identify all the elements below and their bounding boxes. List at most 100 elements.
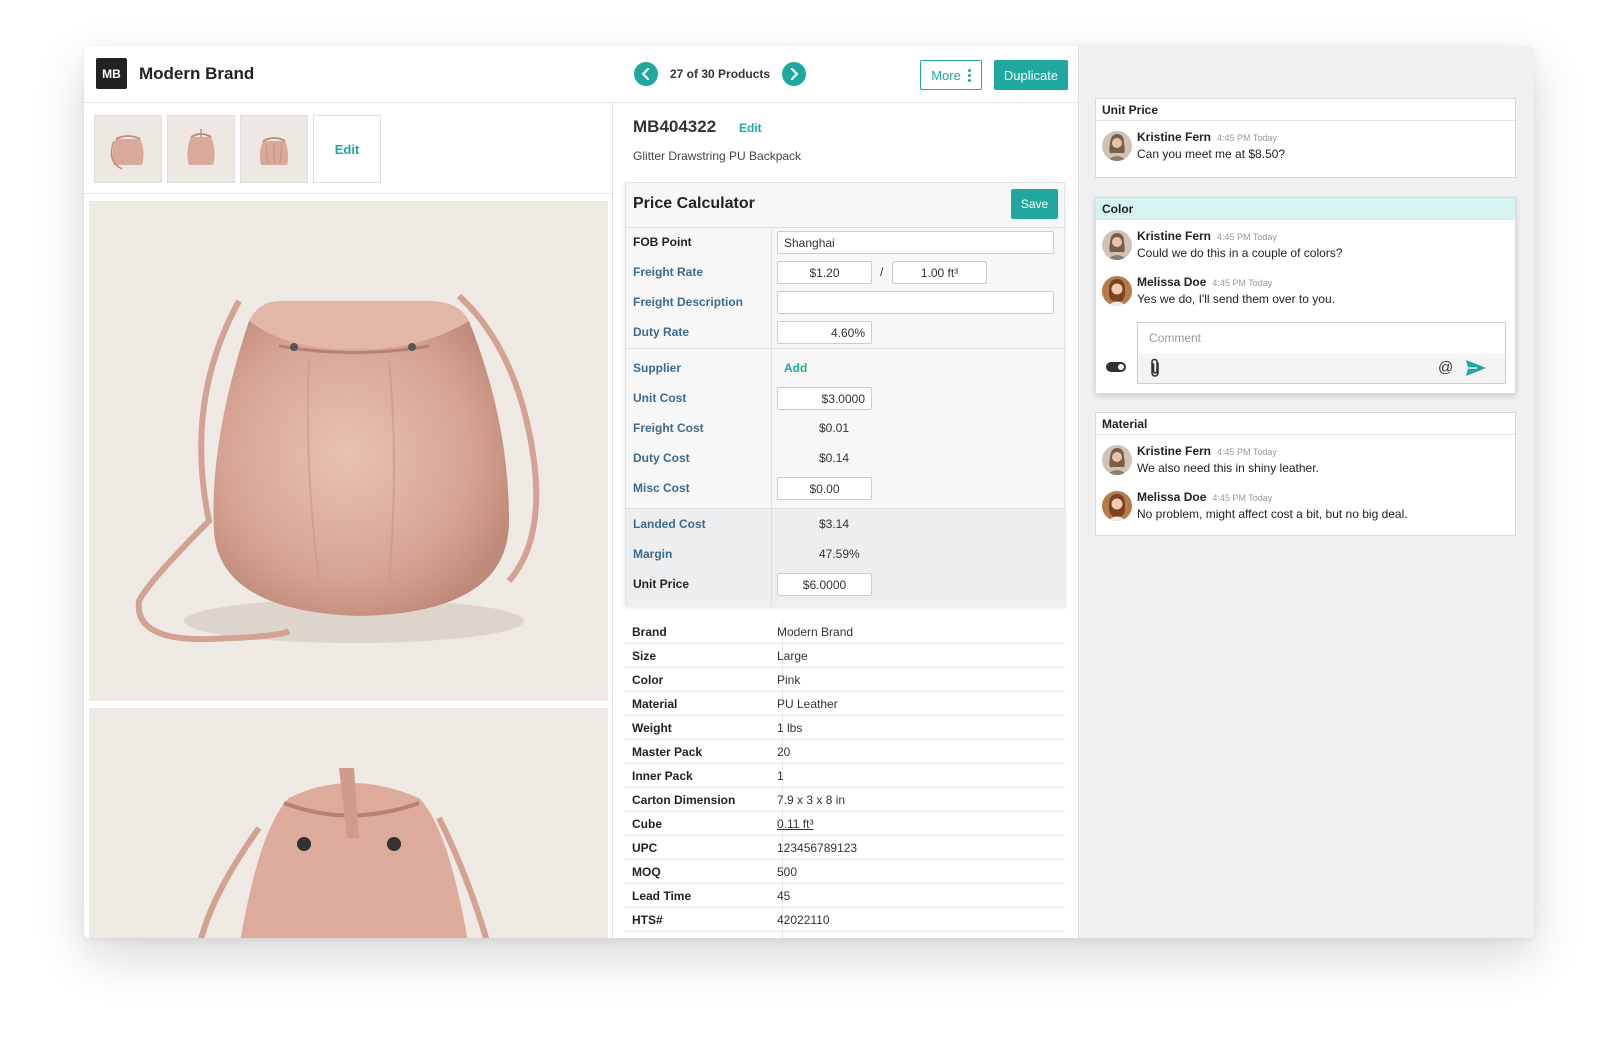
divider xyxy=(626,348,1066,349)
paperclip-icon[interactable] xyxy=(1148,358,1162,378)
pager-text: 27 of 30 Products xyxy=(670,67,771,81)
product-name: Glitter Drawstring PU Backpack xyxy=(633,149,802,163)
comment-composer: Comment @ xyxy=(1096,320,1515,392)
freight-rate-field[interactable]: $1.20 xyxy=(777,261,872,284)
unit-cost-field[interactable]: $3.0000 xyxy=(777,387,872,410)
secondary-product-photo[interactable] xyxy=(89,708,608,938)
comment-input[interactable]: Comment @ xyxy=(1137,322,1506,384)
spec-label: Cube xyxy=(632,817,662,831)
bag-photo-image xyxy=(135,293,540,643)
toggle-icon[interactable] xyxy=(1106,362,1126,372)
spec-row: Brand Modern Brand xyxy=(625,620,1065,644)
next-product-button[interactable] xyxy=(782,62,807,86)
thumbnail-1[interactable] xyxy=(94,115,162,183)
spec-value: 42022110 xyxy=(777,913,830,927)
unit-price-row: Unit Price $6.0000 xyxy=(626,569,1066,599)
spec-row: Lead Time 45 xyxy=(625,884,1065,908)
freight-volume-field[interactable]: 1.00 ft³ xyxy=(892,261,987,284)
freight-description-row: Freight Description xyxy=(626,287,1066,317)
spec-label: Color xyxy=(632,673,664,687)
spec-value: 20 xyxy=(777,745,791,759)
fob-point-label: FOB Point xyxy=(633,235,692,249)
add-supplier-link[interactable]: Add xyxy=(784,361,807,375)
brand-name: Modern Brand xyxy=(139,64,255,83)
spec-value: Modern Brand xyxy=(777,625,854,639)
cube-link[interactable]: 0.11 ft³ xyxy=(777,817,813,831)
landed-cost-row: Landed Cost $3.14 xyxy=(626,509,1066,539)
thread-title: Unit Price xyxy=(1096,99,1515,121)
comment-time: 4:45 PM Today xyxy=(1212,493,1273,503)
spec-row: MOQ 500 xyxy=(625,860,1065,884)
thread-unit-price[interactable]: Unit Price Kristine Fern 4:45 PM Today Ca… xyxy=(1095,98,1516,178)
spec-row: Size Large xyxy=(625,644,1065,668)
save-button[interactable]: Save xyxy=(1011,189,1058,219)
edit-sku-link[interactable]: Edit xyxy=(739,121,762,135)
price-calculator: Price Calculator Save FOB Point Shanghai… xyxy=(625,182,1066,607)
spec-row: Inner Pack 1 xyxy=(625,764,1065,788)
brand-logo: MB xyxy=(96,58,127,89)
send-icon[interactable] xyxy=(1465,359,1487,377)
landed-cost-label: Landed Cost xyxy=(633,517,706,531)
freight-rate-label: Freight Rate xyxy=(633,265,704,279)
unit-price-field[interactable]: $6.0000 xyxy=(777,573,872,596)
duty-cost-value: $0.14 xyxy=(819,451,850,465)
product-details: MB404322 Edit Glitter Drawstring PU Back… xyxy=(613,103,1078,938)
thumbnail-3[interactable] xyxy=(240,115,308,183)
spec-label: MOQ xyxy=(632,865,661,879)
spec-label: Material xyxy=(632,697,678,711)
spec-label: Brand xyxy=(632,625,667,639)
thumbnail-2[interactable] xyxy=(167,115,235,183)
misc-cost-field[interactable]: $0.00 xyxy=(777,477,872,500)
misc-cost-row: Misc Cost $0.00 xyxy=(626,473,1066,503)
thread-material[interactable]: Material Kristine Fern 4:45 PM Today We a… xyxy=(1095,412,1516,536)
spec-row: Cube 0.11 ft³ xyxy=(625,812,1065,836)
product-sku: MB404322 xyxy=(633,117,717,136)
comment-author: Melissa Doe xyxy=(1137,490,1207,504)
comments-pane: Unit Price Kristine Fern 4:45 PM Today Ca… xyxy=(1078,46,1534,938)
comment-text: Could we do this in a couple of colors? xyxy=(1137,246,1343,260)
supplier-label: Supplier xyxy=(633,361,682,375)
spec-label: UPC xyxy=(632,841,658,855)
spec-value: 500 xyxy=(777,865,798,879)
spec-value: Large xyxy=(777,649,808,663)
image-gallery: Edit xyxy=(84,103,613,938)
comment-text: Yes we do, I'll send them over to you. xyxy=(1137,292,1335,306)
mention-icon[interactable]: @ xyxy=(1438,359,1453,376)
comment: Melissa Doe 4:45 PM Today No problem, mig… xyxy=(1096,481,1515,527)
comment-time: 4:45 PM Today xyxy=(1217,232,1277,242)
spec-row: HTS# 42022110 xyxy=(625,908,1065,932)
prev-product-button[interactable] xyxy=(634,62,658,86)
spec-label: Carton Dimension xyxy=(632,793,736,807)
main-product-photo[interactable] xyxy=(89,201,608,701)
freight-cost-row: Freight Cost $0.01 xyxy=(626,413,1066,443)
bag-thumbnail-image xyxy=(110,135,144,170)
spec-row: Master Pack 20 xyxy=(625,740,1065,764)
thread-title: Material xyxy=(1096,413,1515,435)
margin-label: Margin xyxy=(633,547,673,561)
more-button[interactable]: More xyxy=(920,60,982,90)
product-pager: 27 of 30 Products xyxy=(634,62,807,86)
duty-rate-field[interactable]: 4.60% xyxy=(777,321,872,344)
comment-author-line: Melissa Doe 4:45 PM Today xyxy=(1137,275,1272,289)
thread-color[interactable]: Color Kristine Fern 4:45 PM Today Could w… xyxy=(1095,197,1516,394)
thumbnail-strip: Edit xyxy=(94,115,381,183)
landed-cost-value: $3.14 xyxy=(819,517,850,531)
comment: Melissa Doe 4:45 PM Today Yes we do, I'll… xyxy=(1096,266,1515,312)
fob-point-field[interactable]: Shanghai xyxy=(777,231,1054,254)
freight-rate-row: Freight Rate $1.20 / 1.00 ft³ xyxy=(626,257,1066,287)
divider xyxy=(84,193,613,194)
edit-images-button[interactable]: Edit xyxy=(313,115,381,183)
fob-point-row: FOB Point Shanghai xyxy=(626,227,1066,257)
spec-value: 7.9 x 3 x 8 in xyxy=(777,793,846,807)
duplicate-button[interactable]: Duplicate xyxy=(994,60,1068,90)
avatar xyxy=(1102,230,1132,260)
freight-description-field[interactable] xyxy=(777,291,1054,314)
spec-label: Weight xyxy=(632,721,672,735)
more-label: More xyxy=(931,67,961,83)
spec-value: 1 xyxy=(777,769,784,783)
kebab-icon xyxy=(967,68,971,82)
duty-rate-row: Duty Rate 4.60% xyxy=(626,317,1066,347)
margin-row: Margin 47.59% xyxy=(626,539,1066,569)
product-pane: MB Modern Brand 27 of 30 Products More D… xyxy=(84,46,1078,938)
thread-title: Color xyxy=(1096,198,1515,220)
